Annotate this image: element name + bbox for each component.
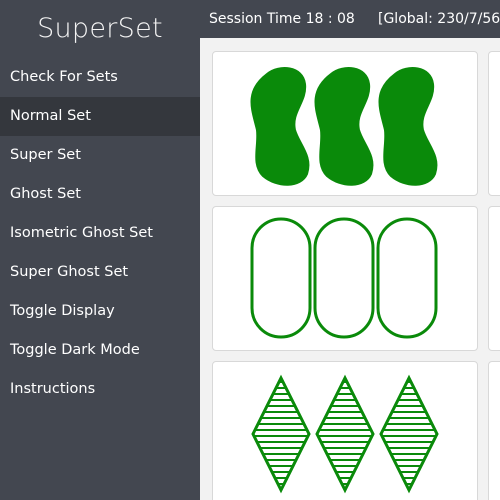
game-card[interactable] [212, 361, 478, 500]
card-symbols [251, 374, 439, 494]
sidebar-item-toggle-display[interactable]: Toggle Display [0, 292, 200, 331]
app-title: SuperSet [37, 13, 163, 44]
card-board [200, 38, 500, 500]
game-card[interactable] [212, 51, 478, 196]
sidebar-menu: Check For Sets Normal Set Super Set Ghost S… [0, 58, 200, 409]
sidebar: SuperSet Check For Sets Normal Set Super S… [0, 0, 200, 500]
oval-symbol [313, 217, 375, 339]
game-card[interactable] [212, 206, 478, 351]
game-card[interactable] [488, 51, 500, 196]
top-bar: Session Time 18 : 08 [Global: 230/7/56 [200, 0, 500, 38]
session-time: Session Time 18 : 08 [209, 11, 355, 27]
sidebar-item-toggle-dark-mode[interactable]: Toggle Dark Mode [0, 331, 200, 370]
global-stats: [Global: 230/7/56 [378, 11, 500, 27]
sidebar-item-isometric-ghost-set[interactable]: Isometric Ghost Set [0, 214, 200, 253]
sidebar-item-check-for-sets[interactable]: Check For Sets [0, 58, 200, 97]
sidebar-item-super-set[interactable]: Super Set [0, 136, 200, 175]
game-card[interactable] [488, 361, 500, 500]
sidebar-item-normal-set[interactable]: Normal Set [0, 97, 200, 136]
game-card[interactable] [488, 206, 500, 351]
sidebar-item-instructions[interactable]: Instructions [0, 370, 200, 409]
card-symbols [250, 67, 438, 186]
card-symbols [250, 217, 438, 339]
sidebar-item-ghost-set[interactable]: Ghost Set [0, 175, 200, 214]
squiggle-symbol [250, 67, 310, 186]
oval-symbol [376, 217, 438, 339]
squiggle-symbol [378, 67, 438, 186]
squiggle-symbol [314, 67, 374, 186]
sidebar-item-super-ghost-set[interactable]: Super Ghost Set [0, 253, 200, 292]
oval-symbol [250, 217, 312, 339]
